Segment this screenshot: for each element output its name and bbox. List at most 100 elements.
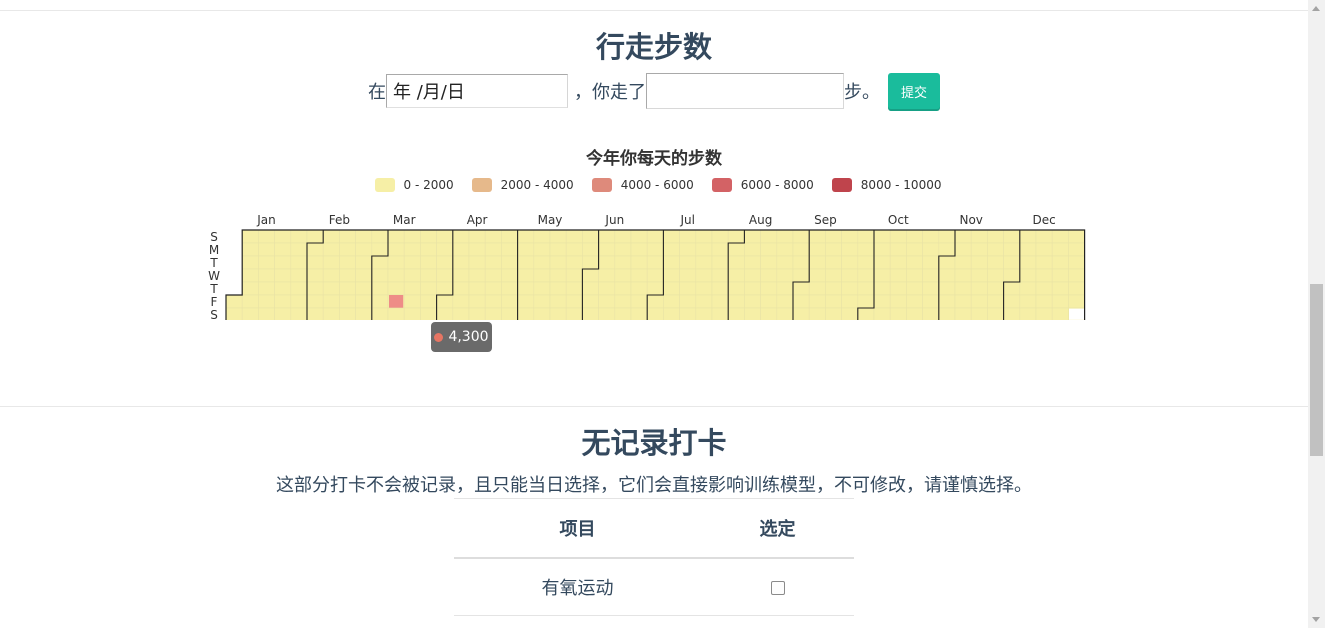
day-cell[interactable] — [744, 268, 761, 283]
day-cell[interactable] — [857, 294, 875, 309]
day-cell[interactable] — [582, 281, 599, 296]
day-cell[interactable] — [484, 307, 502, 320]
day-cell[interactable] — [711, 307, 729, 320]
day-cell[interactable] — [760, 307, 778, 320]
day-cell[interactable] — [306, 268, 324, 283]
day-cell[interactable] — [646, 229, 664, 244]
day-cell[interactable] — [825, 242, 842, 257]
day-cell[interactable] — [533, 281, 551, 296]
day-cell[interactable] — [598, 242, 616, 257]
day-cell[interactable] — [970, 294, 988, 309]
day-cell[interactable] — [614, 268, 632, 283]
day-cell[interactable] — [922, 229, 940, 244]
day-cell[interactable] — [841, 242, 859, 257]
day-cell[interactable] — [565, 255, 583, 270]
day-cell[interactable] — [679, 294, 697, 309]
day-cell[interactable] — [889, 268, 907, 283]
day-cell[interactable] — [322, 307, 340, 320]
day-cell[interactable] — [1019, 268, 1037, 283]
day-cell[interactable] — [355, 268, 373, 283]
day-cell[interactable] — [970, 281, 988, 296]
day-cell[interactable] — [241, 242, 259, 257]
day-cell[interactable] — [371, 281, 389, 296]
day-cell[interactable] — [727, 294, 745, 309]
day-cell[interactable] — [954, 229, 972, 244]
day-cell[interactable] — [630, 268, 648, 283]
day-cell[interactable] — [1068, 255, 1085, 270]
day-cell[interactable] — [258, 229, 275, 244]
day-cell[interactable] — [452, 307, 470, 320]
day-cell[interactable] — [760, 268, 778, 283]
day-cell[interactable] — [387, 268, 405, 283]
day-cell[interactable] — [776, 229, 794, 244]
day-cell[interactable] — [792, 242, 810, 257]
day-cell[interactable] — [258, 242, 275, 257]
day-cell[interactable] — [468, 268, 486, 283]
day-cell[interactable] — [582, 242, 599, 257]
scrollbar-thumb[interactable] — [1310, 284, 1323, 456]
day-cell[interactable] — [290, 229, 308, 244]
day-cell[interactable] — [598, 281, 616, 296]
day-cell[interactable] — [306, 242, 324, 257]
day-cell[interactable] — [1019, 307, 1037, 320]
day-cell[interactable] — [565, 281, 583, 296]
day-cell[interactable] — [371, 255, 389, 270]
day-cell[interactable] — [630, 255, 648, 270]
day-cell[interactable] — [484, 229, 502, 244]
day-cell[interactable] — [1035, 294, 1053, 309]
day-cell[interactable] — [792, 281, 810, 296]
day-cell[interactable] — [873, 229, 891, 244]
day-cell[interactable] — [452, 255, 470, 270]
day-cell[interactable] — [565, 294, 583, 309]
day-cell[interactable] — [776, 242, 794, 257]
day-cell[interactable] — [1051, 294, 1069, 309]
day-cell[interactable] — [727, 307, 745, 320]
day-cell[interactable] — [468, 281, 486, 296]
day-cell[interactable] — [873, 294, 891, 309]
day-cell[interactable] — [274, 255, 292, 270]
day-cell[interactable] — [711, 281, 729, 296]
day-cell[interactable] — [663, 242, 680, 257]
day-cell[interactable] — [1019, 229, 1037, 244]
day-cell[interactable] — [841, 307, 859, 320]
day-cell[interactable] — [679, 242, 697, 257]
day-cell[interactable] — [420, 242, 437, 257]
day-cell[interactable] — [322, 281, 340, 296]
day-cell[interactable] — [533, 242, 551, 257]
day-cell[interactable] — [533, 229, 551, 244]
day-cell[interactable] — [598, 255, 616, 270]
day-cell[interactable] — [274, 242, 292, 257]
day-cell[interactable] — [1068, 294, 1085, 309]
day-cell[interactable] — [808, 255, 826, 270]
day-cell[interactable] — [970, 242, 988, 257]
day-cell[interactable] — [744, 281, 761, 296]
day-cell[interactable] — [290, 242, 308, 257]
day-cell[interactable] — [339, 268, 356, 283]
day-cell[interactable] — [711, 294, 729, 309]
day-cell[interactable] — [808, 229, 826, 244]
day-cell[interactable] — [857, 229, 875, 244]
day-cell[interactable] — [549, 229, 567, 244]
day-cell[interactable] — [436, 268, 454, 283]
day-cell[interactable] — [679, 229, 697, 244]
day-cell[interactable] — [808, 268, 826, 283]
day-cell[interactable] — [582, 268, 599, 283]
day-cell[interactable] — [549, 268, 567, 283]
day-cell[interactable] — [727, 281, 745, 296]
day-cell[interactable] — [452, 229, 470, 244]
day-cell[interactable] — [744, 294, 761, 309]
day-cell[interactable] — [258, 294, 275, 309]
day-cell[interactable] — [760, 255, 778, 270]
day-cell[interactable] — [857, 255, 875, 270]
day-cell[interactable] — [339, 281, 356, 296]
date-input[interactable]: 年 /月/日 — [386, 74, 568, 108]
day-cell[interactable] — [517, 229, 535, 244]
day-cell[interactable] — [598, 294, 616, 309]
day-cell[interactable] — [306, 255, 324, 270]
day-cell[interactable] — [549, 242, 567, 257]
day-cell[interactable] — [938, 281, 956, 296]
day-cell[interactable] — [987, 242, 1004, 257]
day-cell[interactable] — [403, 281, 421, 296]
day-cell[interactable] — [776, 281, 794, 296]
day-cell[interactable] — [889, 294, 907, 309]
